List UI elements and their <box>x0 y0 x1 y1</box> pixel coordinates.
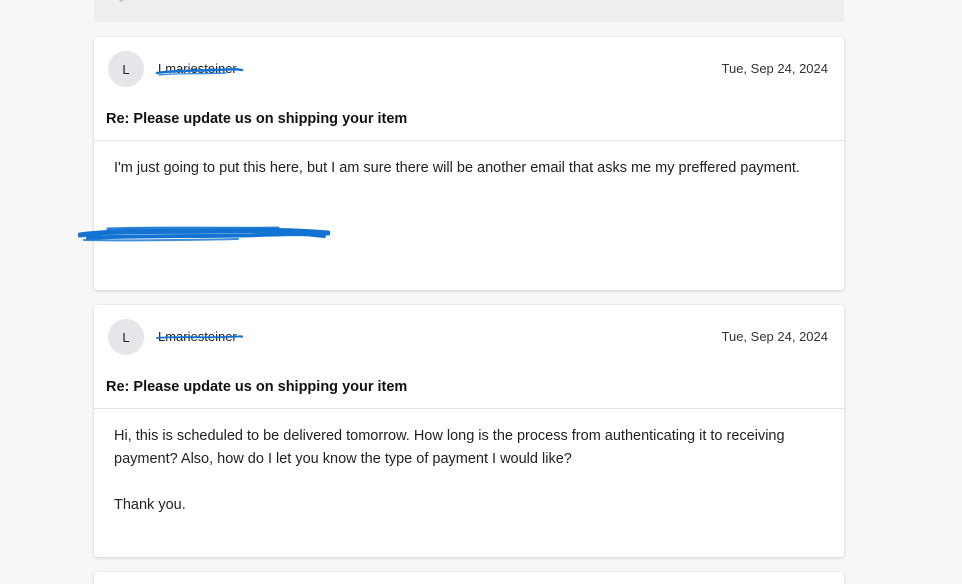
chevron-icon[interactable] <box>116 0 126 2</box>
message-body: I'm just going to put this here, but I a… <box>114 157 814 180</box>
message-subject: Re: Please update us on shipping your it… <box>106 379 408 395</box>
message-card: L Lmariesteiner Tue, Sep 24, 2024 Re: Pl… <box>78 37 844 290</box>
divider <box>94 408 844 409</box>
message-card <box>94 572 844 584</box>
previous-message-footer <box>94 0 844 22</box>
message-card: L Lmariesteiner Tue, Sep 24, 2024 Re: Pl… <box>94 305 844 557</box>
message-body: Hi, this is scheduled to be delivered to… <box>114 425 814 517</box>
message-subject: Re: Please update us on shipping your it… <box>106 111 408 127</box>
redacted-email <box>78 226 330 242</box>
message-date: Tue, Sep 24, 2024 <box>721 61 829 76</box>
sender-name[interactable]: Lmariesteiner <box>158 329 237 344</box>
message-text: I'm just going to put this here, but I a… <box>114 160 800 176</box>
message-thread: L Lmariesteiner Tue, Sep 24, 2024 Re: Pl… <box>0 0 962 584</box>
message-header: L Lmariesteiner Tue, Sep 24, 2024 <box>94 305 844 371</box>
message-header: L Lmariesteiner Tue, Sep 24, 2024 <box>94 37 844 103</box>
sender-name[interactable]: Lmariesteiner <box>158 61 237 76</box>
message-signoff: Thank you. <box>114 497 186 513</box>
message-text: Hi, this is scheduled to be delivered to… <box>114 428 785 467</box>
avatar: L <box>108 51 144 87</box>
avatar: L <box>108 319 144 355</box>
message-date: Tue, Sep 24, 2024 <box>721 329 829 344</box>
divider <box>94 140 844 141</box>
